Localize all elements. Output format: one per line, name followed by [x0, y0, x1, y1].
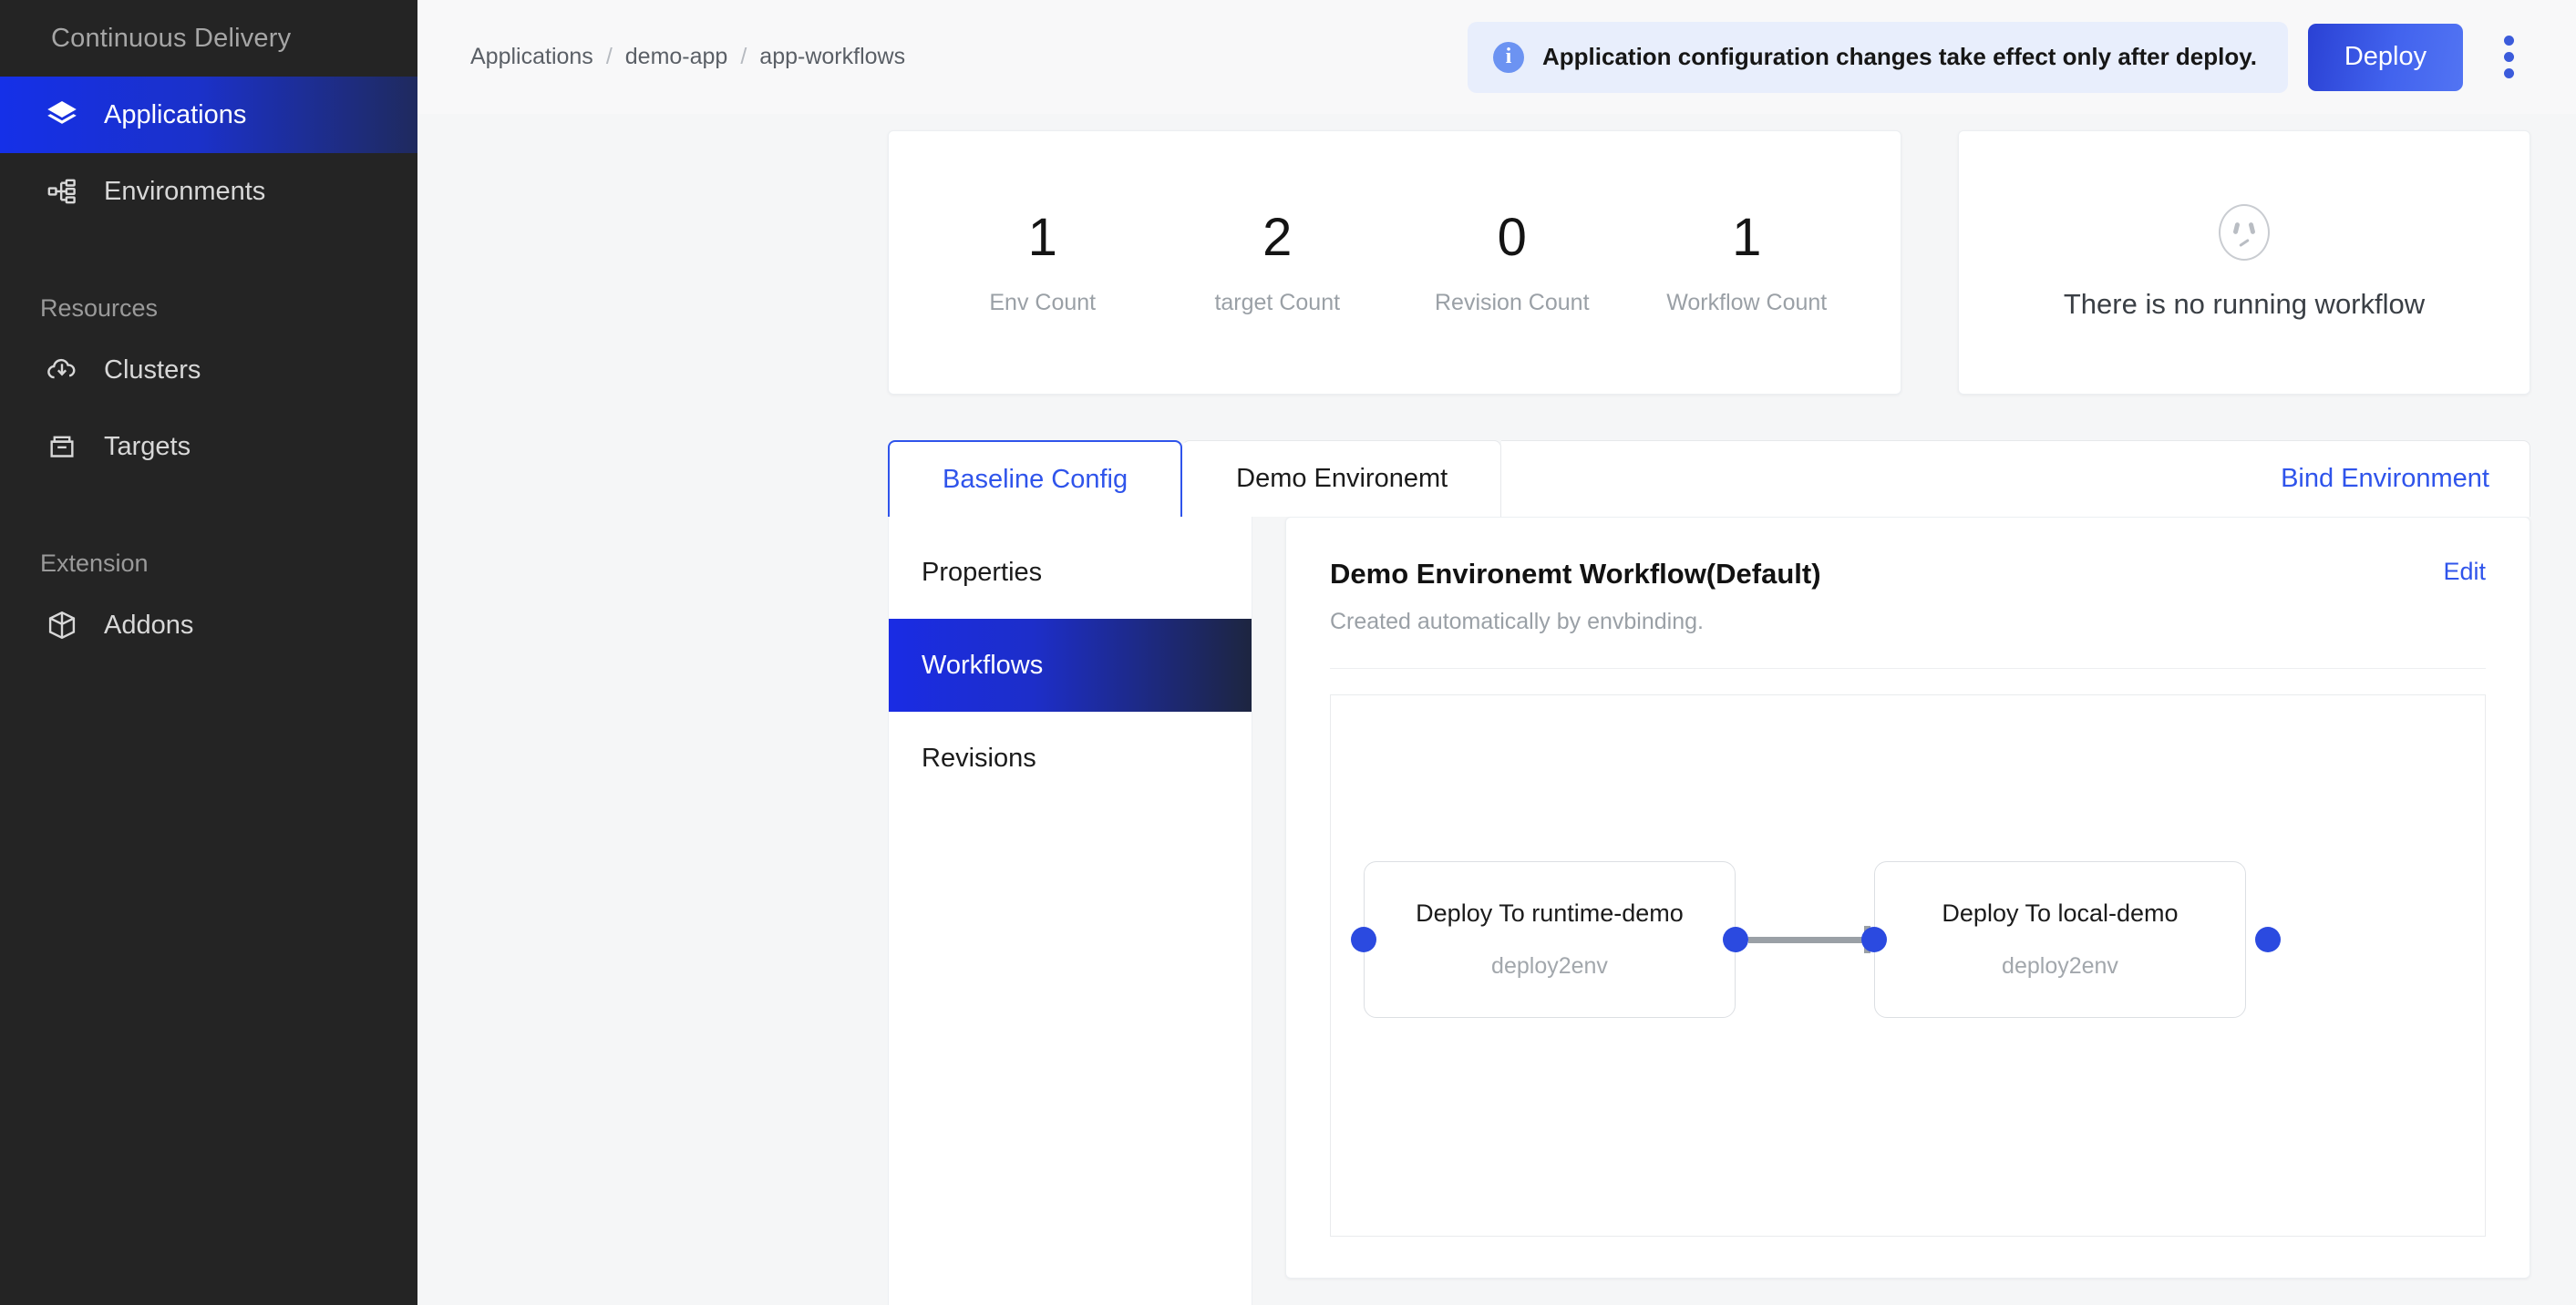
stat-target-count: 2 target Count: [1160, 207, 1396, 317]
sitemap-icon: [44, 173, 80, 210]
deploy-notice-banner: i Application configuration changes take…: [1468, 21, 2288, 93]
stat-value: 1: [1027, 207, 1057, 267]
sidebar: Continuous Delivery Applications Environ…: [0, 0, 417, 1305]
running-workflow-card: There is no running workflow: [1958, 130, 2530, 395]
sidebar-item-label: Addons: [104, 610, 194, 640]
environment-tabs: Baseline Config Demo Environemt Bind Env…: [888, 440, 2530, 517]
face-mouth: [2239, 238, 2250, 248]
workflow-node-output-port[interactable]: [2255, 927, 2281, 952]
sidebar-group-resources: Resources: [40, 294, 159, 322]
breadcrumb-item-applications[interactable]: Applications: [470, 44, 593, 70]
sidebar-item-label: Targets: [104, 431, 191, 461]
stat-value: 2: [1262, 207, 1293, 267]
running-workflow-empty-text: There is no running workflow: [2063, 288, 2426, 320]
kebab-dot: [2503, 52, 2514, 62]
stat-value: 1: [1732, 207, 1762, 267]
layers-icon: [44, 97, 80, 133]
workflow-node-subtitle: deploy2env: [1491, 953, 1608, 979]
breadcrumb-item-app-workflows[interactable]: app-workflows: [759, 44, 905, 70]
inbox-icon: [44, 428, 80, 465]
breadcrumb: Applications / demo-app / app-workflows: [470, 44, 905, 70]
sidebar-item-clusters[interactable]: Clusters: [0, 332, 417, 408]
brand-title: Continuous Delivery: [51, 23, 292, 53]
app-root: Continuous Delivery Applications Environ…: [0, 0, 2576, 1305]
workflow-edge: [1748, 937, 1869, 943]
config-submenu: Properties Workflows Revisions: [888, 517, 1252, 1305]
sidebar-item-addons[interactable]: Addons: [0, 587, 417, 663]
submenu-item-revisions[interactable]: Revisions: [889, 712, 1252, 805]
workflow-title: Demo Environemt Workflow(Default): [1330, 558, 1821, 590]
cloud-download-icon: [44, 352, 80, 388]
workflow-node-input-port[interactable]: [1861, 927, 1887, 952]
stat-label: Workflow Count: [1666, 290, 1828, 316]
workflow-node-deploy-local-demo[interactable]: Deploy To local-demo deploy2env: [1874, 861, 2246, 1018]
main-content: Applications / demo-app / app-workflows …: [417, 0, 2576, 1305]
stat-label: Env Count: [989, 290, 1097, 316]
workflow-subtitle: Created automatically by envbinding.: [1330, 609, 1704, 634]
workflow-canvas[interactable]: Deploy To runtime-demo deploy2env Deploy…: [1330, 694, 2486, 1237]
tab-list: Baseline Config Demo Environemt: [888, 440, 1502, 517]
stat-label: Revision Count: [1434, 290, 1590, 316]
topbar-actions: i Application configuration changes take…: [1468, 21, 2534, 93]
workflow-node-title: Deploy To runtime-demo: [1416, 899, 1684, 927]
box-icon: [44, 607, 80, 643]
face-eye-left: [2232, 221, 2241, 235]
sidebar-item-label: Clusters: [104, 355, 201, 385]
config-panel: Properties Workflows Revisions Demo Envi…: [888, 517, 2530, 1305]
stat-workflow-count: 1 Workflow Count: [1630, 207, 1865, 317]
tab-baseline-config[interactable]: Baseline Config: [888, 440, 1183, 517]
kebab-dot: [2503, 68, 2514, 78]
sidebar-item-label: Applications: [104, 99, 247, 129]
tab-demo-environemt[interactable]: Demo Environemt: [1182, 440, 1502, 517]
kebab-menu-icon[interactable]: [2483, 28, 2534, 87]
kebab-dot: [2503, 36, 2514, 46]
workflow-header: Demo Environemt Workflow(Default) Create…: [1330, 558, 2486, 635]
workflow-node-output-port[interactable]: [1723, 927, 1748, 952]
workflow-header-text: Demo Environemt Workflow(Default) Create…: [1330, 558, 1821, 635]
sad-face-icon: [2219, 204, 2270, 261]
deploy-button[interactable]: Deploy: [2308, 23, 2463, 91]
sidebar-item-targets[interactable]: Targets: [0, 408, 417, 485]
stat-env-count: 1 Env Count: [925, 207, 1160, 317]
workflow-node-title: Deploy To local-demo: [1942, 899, 2179, 927]
submenu-item-properties[interactable]: Properties: [889, 526, 1252, 619]
header-divider: [1330, 668, 2486, 669]
stat-label: target Count: [1214, 290, 1341, 316]
tabs-filler: Bind Environment: [1501, 440, 2530, 517]
stats-card: 1 Env Count 2 target Count 0 Revision Co…: [888, 130, 1901, 395]
stat-revision-count: 0 Revision Count: [1395, 207, 1630, 317]
breadcrumb-separator: /: [605, 44, 613, 69]
deploy-notice-text: Application configuration changes take e…: [1542, 43, 2257, 70]
breadcrumb-separator: /: [740, 44, 747, 69]
workflow-node-subtitle: deploy2env: [2002, 953, 2118, 979]
breadcrumb-item-demo-app[interactable]: demo-app: [625, 44, 728, 70]
face-eye-right: [2248, 221, 2256, 235]
sidebar-item-applications[interactable]: Applications: [0, 77, 417, 153]
sidebar-item-environments[interactable]: Environments: [0, 153, 417, 230]
sidebar-item-label: Environments: [104, 176, 266, 206]
workflow-detail-card: Demo Environemt Workflow(Default) Create…: [1285, 517, 2530, 1279]
sidebar-group-extension: Extension: [40, 550, 149, 577]
submenu-item-workflows[interactable]: Workflows: [889, 619, 1252, 712]
info-circle-icon: i: [1493, 41, 1525, 73]
workflow-node-deploy-runtime-demo[interactable]: Deploy To runtime-demo deploy2env: [1364, 861, 1736, 1018]
workflow-node-input-port[interactable]: [1351, 927, 1376, 952]
summary-row: 1 Env Count 2 target Count 0 Revision Co…: [417, 114, 2576, 395]
stat-value: 0: [1497, 207, 1527, 267]
edit-workflow-link[interactable]: Edit: [2443, 558, 2486, 586]
bind-environment-link[interactable]: Bind Environment: [2281, 464, 2489, 494]
topbar: Applications / demo-app / app-workflows …: [417, 0, 2576, 114]
